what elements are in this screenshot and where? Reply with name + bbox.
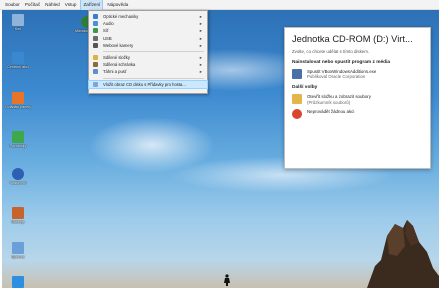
option-run-publisher: Publikoval Oracle Corporation bbox=[307, 74, 366, 80]
menu-vstup[interactable]: Vstup bbox=[65, 0, 77, 10]
submenu-arrow-icon: ▸ bbox=[199, 35, 202, 41]
option-open-folder[interactable]: Otevřít složku a zobrazit soubory (Průzk… bbox=[292, 94, 423, 105]
guest-desktop: Koš Microsoft Edge Centrum akcí Ovládací… bbox=[2, 10, 439, 288]
no-action-icon bbox=[292, 108, 302, 119]
submenu-arrow-icon: ▸ bbox=[199, 14, 202, 19]
menu-item-usb[interactable]: USB ▸ bbox=[89, 35, 207, 42]
menu-item-webcams[interactable]: Webové kamery ▸ bbox=[89, 42, 207, 49]
desktop-icon-recycle-bin[interactable]: Koš bbox=[5, 14, 31, 31]
desktop-icon-control-panel[interactable]: Ovládací panely bbox=[5, 92, 31, 109]
menu-separator bbox=[103, 77, 204, 79]
menu-item-shared-folders[interactable]: Sdílené složky ▸ bbox=[89, 54, 207, 61]
menu-zarizeni[interactable]: Zařízení bbox=[80, 0, 104, 11]
option-open-folder-sub: (Průzkumník souborů) bbox=[307, 99, 351, 105]
menu-item-shared-clipboard[interactable]: Sdílená schránka ▸ bbox=[89, 61, 207, 68]
submenu-arrow-icon: ▸ bbox=[199, 42, 202, 48]
cd-image-icon bbox=[93, 81, 98, 87]
autoplay-notification: Jednotka CD-ROM (D:) Virt... Zvolte, co … bbox=[284, 27, 431, 169]
menu-item-insert-guest-additions[interactable]: Vložit obraz CD disku s Přídavky pro hos… bbox=[88, 79, 208, 89]
hiker-silhouette-image bbox=[224, 274, 230, 286]
network-icon bbox=[93, 28, 98, 34]
recycle-bin-icon bbox=[12, 14, 24, 26]
option-no-action[interactable]: Neprovádět žádnou akci bbox=[292, 108, 423, 119]
settings-icon bbox=[12, 168, 24, 180]
clipboard-icon bbox=[93, 62, 98, 68]
notes-icon bbox=[12, 131, 24, 143]
webcam-icon bbox=[93, 42, 98, 48]
autoplay-subtitle: Zvolte, co chcete udělat s tímto diskem. bbox=[292, 49, 370, 54]
folder-icon bbox=[292, 94, 302, 105]
menu-separator bbox=[103, 50, 204, 52]
autoplay-title: Jednotka CD-ROM (D:) Virt... bbox=[292, 34, 413, 44]
devices-menu: Optické mechaniky ▸ Audio ▸ Síť ▸ USB ▸ … bbox=[88, 10, 208, 94]
usb-icon bbox=[93, 35, 98, 41]
desktop-icon-action-center[interactable]: Centrum akcí bbox=[5, 52, 31, 69]
submenu-arrow-icon: ▸ bbox=[199, 21, 202, 27]
menu-item-audio[interactable]: Audio ▸ bbox=[89, 20, 207, 27]
menu-bar: Soubor Počítač Náhled Vstup Zařízení Náp… bbox=[0, 0, 439, 11]
option-run-vboxadditions[interactable]: Spustit VBoxWindowsAdditions.exe Publiko… bbox=[292, 69, 423, 79]
option-no-action-label: Neprovádět žádnou akci bbox=[307, 108, 355, 114]
action-center-icon bbox=[12, 52, 24, 64]
desktop-icon-tools[interactable]: Nástroje bbox=[5, 207, 31, 224]
section-other-options: Další volby bbox=[292, 85, 318, 91]
manager-icon bbox=[12, 242, 24, 254]
menu-item-drag-drop[interactable]: Táhni a pusť ▸ bbox=[89, 68, 207, 75]
menu-soubor[interactable]: Soubor bbox=[5, 0, 20, 10]
menu-nahled[interactable]: Náhled bbox=[45, 0, 60, 10]
desktop-icon-manager[interactable]: Správce bbox=[5, 242, 31, 259]
virtualbox-window: Soubor Počítač Náhled Vstup Zařízení Náp… bbox=[0, 0, 439, 288]
desktop-icon-settings[interactable]: Nastavení bbox=[5, 168, 31, 185]
submenu-arrow-icon: ▸ bbox=[199, 69, 202, 75]
menu-napoveda[interactable]: Nápověda bbox=[107, 0, 128, 10]
control-panel-icon bbox=[12, 92, 24, 104]
vbox-installer-icon bbox=[292, 69, 302, 79]
app-icon bbox=[12, 276, 24, 288]
menu-item-optical-drives[interactable]: Optické mechaniky ▸ bbox=[89, 13, 207, 20]
submenu-arrow-icon: ▸ bbox=[199, 62, 202, 68]
desktop-icon-notes[interactable]: Poznámky bbox=[5, 131, 31, 148]
optical-drive-icon bbox=[93, 14, 98, 19]
desktop-icon-app[interactable] bbox=[5, 276, 31, 288]
submenu-arrow-icon: ▸ bbox=[199, 54, 202, 60]
section-install-run: Nainstalovat nebo spustit program z médi… bbox=[292, 60, 391, 65]
audio-icon bbox=[93, 21, 98, 27]
option-open-folder-label: Otevřít složku a zobrazit soubory bbox=[307, 94, 371, 100]
shared-folder-icon bbox=[93, 54, 98, 60]
menu-pocitac[interactable]: Počítač bbox=[25, 0, 40, 10]
tools-icon bbox=[12, 207, 24, 219]
drag-drop-icon bbox=[93, 69, 98, 75]
menu-item-network[interactable]: Síť ▸ bbox=[89, 27, 207, 34]
cliff-rock-image bbox=[367, 220, 439, 288]
submenu-arrow-icon: ▸ bbox=[199, 28, 202, 34]
